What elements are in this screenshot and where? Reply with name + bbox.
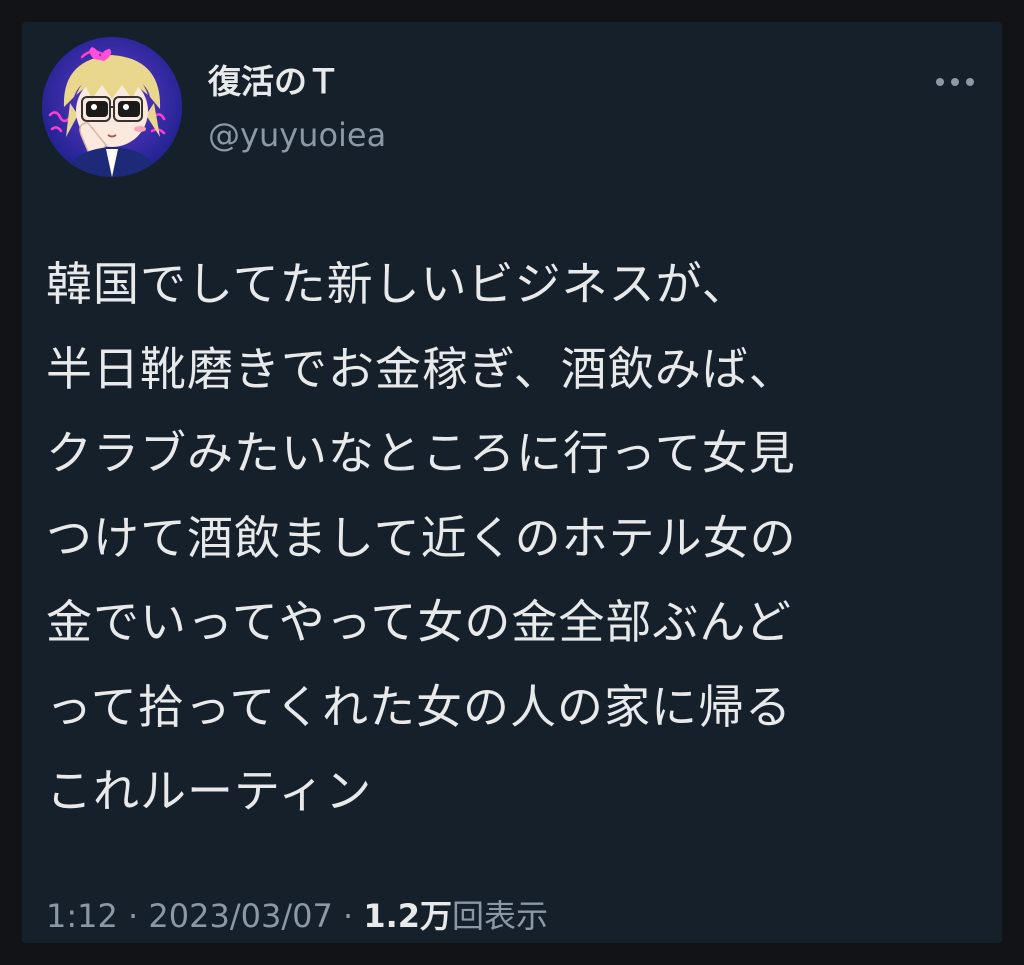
tweet-text-line: 韓国でしてた新しいビジネスが、: [46, 257, 749, 311]
tweet-text-line: 半日靴磨きでお金稼ぎ、酒飲みば、: [46, 341, 796, 396]
anime-character-avatar-icon: [42, 37, 182, 177]
meta-separator: ·: [332, 897, 364, 935]
tweet-text: 韓国でしてた新しいビジネスが、 半日靴磨きでお金稼ぎ、酒飲みば、 クラブみたいな…: [46, 242, 986, 834]
tweet-text-line: 金でいってやって女の金全部ぶんど: [46, 595, 793, 649]
author-handle[interactable]: @yuyuoiea: [208, 115, 386, 155]
tweet-card: 復活のＴ @yuyuoiea 韓国でしてた新しいビジネスが、 半日靴磨きでお金稼…: [22, 22, 1002, 943]
tweet-meta: 1:12 · 2023/03/07 · 1.2万回表示: [46, 896, 548, 936]
tweet-text-line: って拾ってくれた女の人の家に帰る: [46, 679, 793, 734]
avatar[interactable]: [42, 37, 182, 177]
tweet-text-line: これルーティン: [46, 764, 373, 818]
ellipsis-icon[interactable]: [930, 64, 980, 98]
tweet-text-line: クラブみたいなところに行って女見: [46, 426, 796, 480]
meta-separator: ·: [117, 897, 149, 935]
screenshot-frame: 復活のＴ @yuyuoiea 韓国でしてた新しいビジネスが、 半日靴磨きでお金稼…: [0, 0, 1024, 965]
tweet-time[interactable]: 1:12: [46, 897, 118, 935]
tweet-text-line: つけて酒飲まして近くのホテル女の: [46, 510, 797, 565]
tweet-date[interactable]: 2023/03/07: [148, 897, 332, 935]
author-display-name[interactable]: 復活のＴ: [208, 62, 340, 102]
views-label: 回表示: [452, 897, 549, 935]
views-count[interactable]: 1.2万: [363, 897, 452, 935]
